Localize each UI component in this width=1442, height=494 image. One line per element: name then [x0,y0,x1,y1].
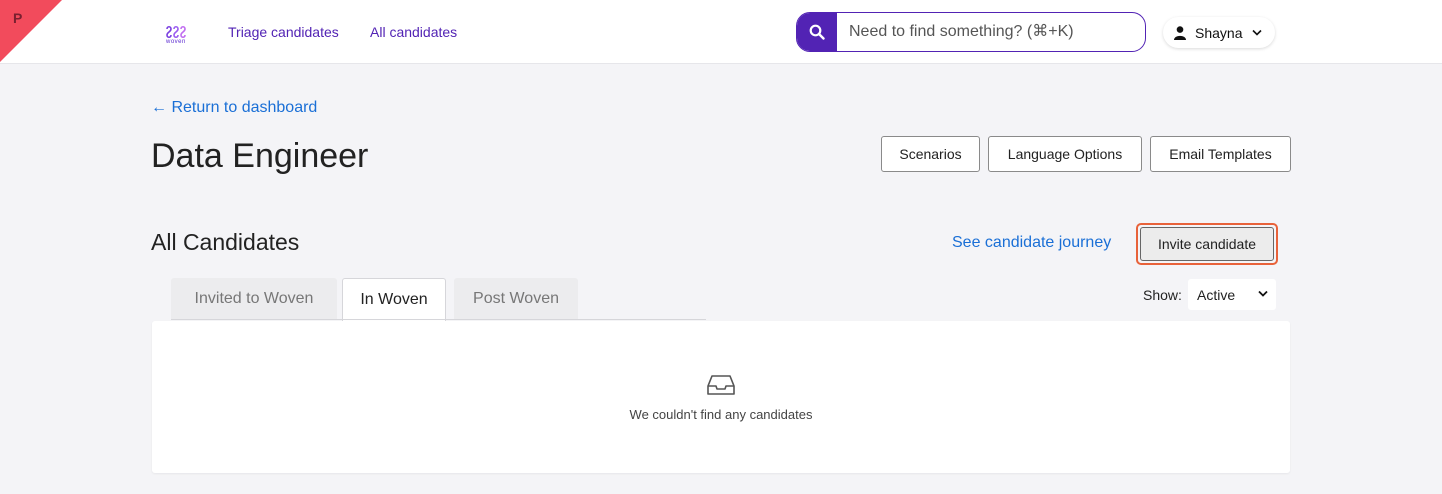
show-filter-label: Show: [1143,287,1182,303]
woven-logo-icon[interactable] [164,20,190,50]
nav-triage-candidates[interactable]: Triage candidates [228,24,339,40]
search-button[interactable] [797,13,837,51]
chevron-down-icon [1258,290,1268,297]
inbox-icon [707,375,735,395]
email-templates-button[interactable]: Email Templates [1150,136,1291,172]
return-to-dashboard-link[interactable]: ← Return to dashboard [151,99,317,117]
user-icon [1174,25,1186,40]
user-name: Shayna [1195,24,1243,41]
tab-post-woven[interactable]: Post Woven [454,278,578,320]
environment-corner-badge [0,0,62,62]
chevron-down-icon [1252,29,1263,36]
empty-state-message: We couldn't find any candidates [629,407,813,422]
logo-wordmark: woven [166,39,186,45]
show-filter-select[interactable]: Active [1188,279,1276,310]
language-options-button[interactable]: Language Options [988,136,1142,172]
invite-candidate-button[interactable]: Invite candidate [1136,223,1278,265]
search-bar [796,12,1146,52]
tab-invited-to-woven[interactable]: Invited to Woven [171,278,337,320]
tab-divider [171,319,706,320]
search-input[interactable] [837,13,1145,51]
show-filter-value: Active [1197,286,1236,303]
candidates-panel [152,321,1290,473]
page-title: Data Engineer [151,137,369,175]
scenarios-button[interactable]: Scenarios [881,136,980,172]
invite-candidate-label: Invite candidate [1140,227,1274,261]
search-icon [809,24,825,40]
top-navbar: P woven Triage candidates All candidates… [0,0,1442,64]
section-title: All Candidates [151,229,300,255]
environment-badge-letter: P [13,10,23,26]
nav-all-candidates[interactable]: All candidates [370,24,457,40]
tab-in-woven[interactable]: In Woven [342,278,446,321]
user-menu[interactable]: Shayna [1163,17,1275,48]
see-candidate-journey-link[interactable]: See candidate journey [952,234,1111,252]
